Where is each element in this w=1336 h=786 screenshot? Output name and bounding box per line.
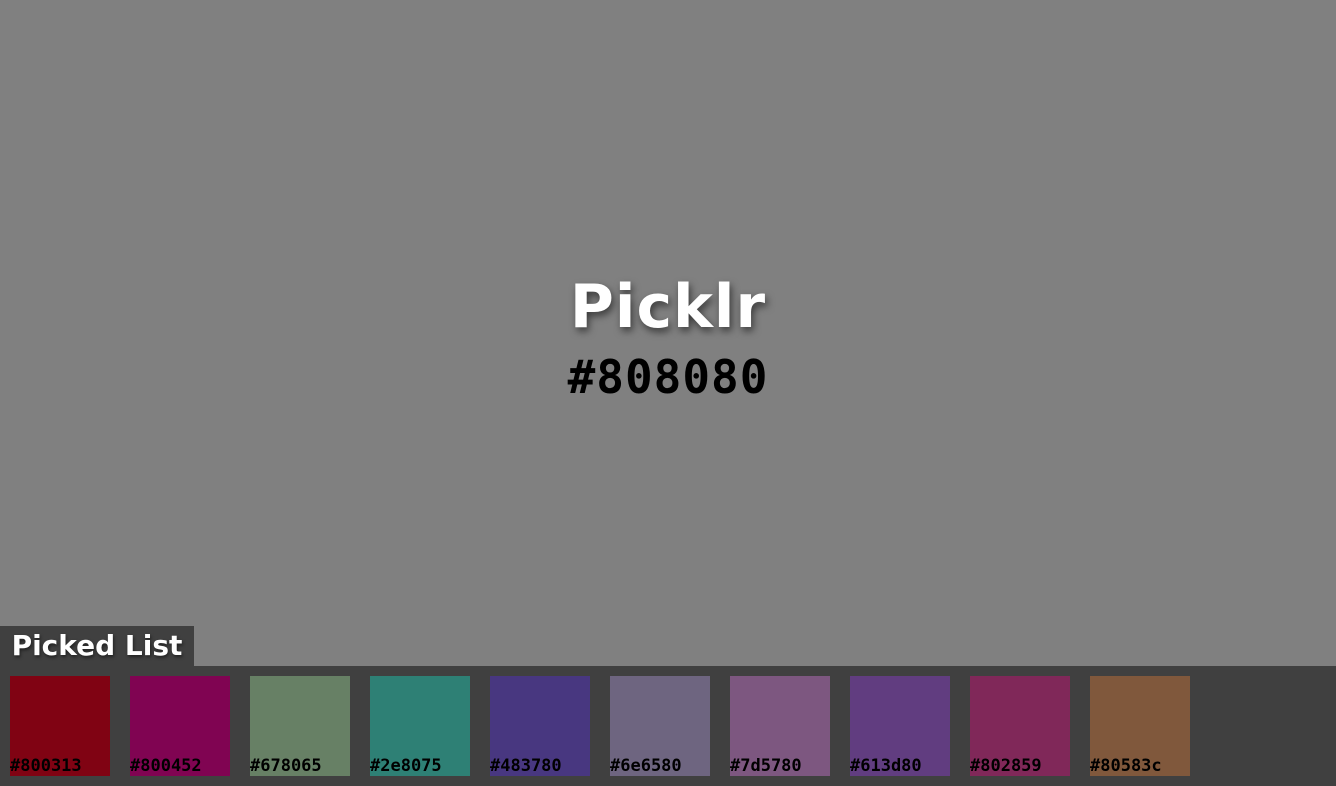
color-swatch[interactable]: #483780 — [490, 676, 590, 776]
swatch-hex-label: #800452 — [130, 756, 202, 776]
color-swatch[interactable]: #678065 — [250, 676, 350, 776]
color-swatch[interactable]: #80583c — [1090, 676, 1190, 776]
swatch-hex-label: #802859 — [970, 756, 1042, 776]
color-swatch[interactable]: #7d5780 — [730, 676, 830, 776]
swatch-hex-label: #7d5780 — [730, 756, 802, 776]
picked-list-panel: #800313 #800452 #678065 #2e8075 #483780 … — [0, 666, 1336, 786]
swatch-hex-label: #678065 — [250, 756, 322, 776]
color-preview-area[interactable]: Picklr #808080 — [0, 0, 1336, 666]
color-swatch[interactable]: #613d80 — [850, 676, 950, 776]
color-swatch[interactable]: #6e6580 — [610, 676, 710, 776]
swatch-hex-label: #80583c — [1090, 756, 1162, 776]
color-swatch[interactable]: #2e8075 — [370, 676, 470, 776]
color-swatch[interactable]: #800452 — [130, 676, 230, 776]
color-swatch[interactable]: #800313 — [10, 676, 110, 776]
swatch-hex-label: #800313 — [10, 756, 82, 776]
current-color-hex: #808080 — [567, 350, 769, 404]
swatch-hex-label: #483780 — [490, 756, 562, 776]
picked-list-heading: Picked List — [0, 626, 194, 666]
picked-list-swatches: #800313 #800452 #678065 #2e8075 #483780 … — [10, 676, 1190, 776]
swatch-hex-label: #2e8075 — [370, 756, 442, 776]
swatch-hex-label: #613d80 — [850, 756, 922, 776]
swatch-hex-label: #6e6580 — [610, 756, 682, 776]
app-title: Picklr — [569, 272, 767, 342]
color-swatch[interactable]: #802859 — [970, 676, 1070, 776]
